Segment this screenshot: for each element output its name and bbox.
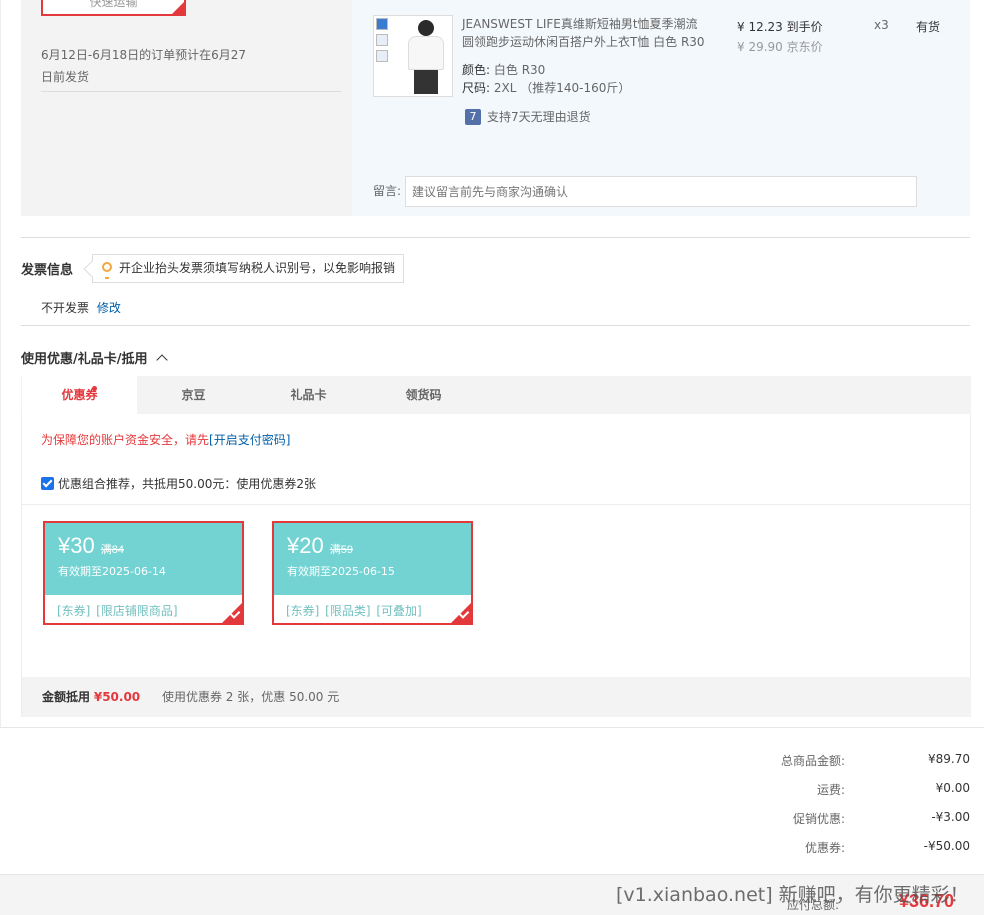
- tooltip-arrow: [83, 260, 101, 278]
- combo-checkbox[interactable]: [41, 477, 54, 490]
- watermark: [v1.xianbao.net] 新赚吧，有你更精彩！: [616, 884, 969, 906]
- total-label: 优惠券:: [804, 841, 845, 855]
- total-row: 优惠券: -¥50.00: [700, 839, 970, 868]
- coupon-tabs: 优惠券 京豆 礼品卡 领货码: [21, 376, 971, 414]
- stock-status: 有货: [916, 20, 941, 34]
- summary-amount: ¥50.00: [93, 690, 141, 704]
- coupon-tags: [东券] [限店铺限商品]: [57, 604, 178, 618]
- message-label: 留言:: [373, 184, 402, 198]
- selected-corner-icon: [172, 2, 184, 14]
- total-value: ¥0.00: [935, 781, 970, 795]
- final-price: ¥ 12.23 到手价: [737, 20, 823, 34]
- tshirt-model-icon: [402, 20, 450, 94]
- selected-check-icon: [222, 603, 242, 623]
- color-label: 颜色:: [462, 63, 491, 77]
- enable-pay-password-link[interactable]: [开启支付密码]: [209, 433, 290, 447]
- tab-giftcard[interactable]: 礼品卡: [251, 376, 366, 414]
- coupon-threshold: 满59: [329, 544, 353, 556]
- seven-day-return-icon: 7: [465, 109, 481, 125]
- shipping-method-label: 快速运输: [89, 0, 138, 9]
- summary-detail: 使用优惠券 2 张，优惠 50.00 元: [161, 690, 340, 704]
- coupon-amount: ¥20: [287, 533, 324, 558]
- total-label: 总商品金额:: [780, 754, 845, 768]
- coupon-section-toggle[interactable]: 使用优惠/礼品卡/抵用: [21, 348, 168, 367]
- tab-pickup-code-label: 领货码: [405, 388, 442, 402]
- invoice-modify-link[interactable]: 修改: [97, 301, 121, 315]
- divider: [21, 325, 970, 326]
- security-notice: 为保障您的账户资金安全，请先[开启支付密码]: [41, 431, 290, 448]
- total-label: 运费:: [816, 783, 845, 797]
- size-label: 尺码:: [462, 81, 491, 95]
- summary-label: 金额抵用: [42, 690, 91, 704]
- tab-coupons[interactable]: 优惠券: [22, 376, 137, 414]
- total-value: -¥3.00: [931, 810, 970, 824]
- lightbulb-icon: [102, 262, 112, 279]
- shipping-method-tag[interactable]: 快速运输: [41, 0, 186, 16]
- divider: [22, 504, 970, 505]
- coupon-validity: 有效期至2025-06-15: [287, 565, 395, 578]
- product-image[interactable]: [373, 15, 453, 97]
- tab-pickup-code[interactable]: 领货码: [366, 376, 481, 414]
- coupon-validity: 有效期至2025-06-14: [58, 565, 166, 578]
- divider: [21, 237, 970, 238]
- total-row: 运费: ¥0.00: [700, 781, 970, 810]
- total-label: 促销优惠:: [792, 812, 845, 826]
- coupon-section-title: 使用优惠/礼品卡/抵用: [21, 352, 148, 367]
- color-value: 白色 R30: [493, 63, 546, 77]
- selected-check-icon: [451, 603, 471, 623]
- total-row: 促销优惠: -¥3.00: [700, 810, 970, 839]
- coupon-card[interactable]: ¥20 满59 有效期至2025-06-15 [东券] [限品类] [可叠加]: [272, 521, 473, 625]
- combo-text: 优惠组合推荐，共抵用50.00元：使用优惠券2张: [58, 477, 316, 491]
- coupon-threshold: 满84: [100, 544, 124, 556]
- original-price: ¥ 29.90 京东价: [737, 40, 823, 54]
- tab-giftcard-label: 礼品卡: [290, 388, 327, 402]
- invoice-tip: 开企业抬头发票须填写纳税人识别号，以免影响报销: [83, 254, 405, 283]
- tab-jingdou[interactable]: 京豆: [136, 376, 251, 414]
- return-policy-text: 支持7天无理由退货: [487, 110, 591, 124]
- order-totals: 总商品金额: ¥89.70 运费: ¥0.00 促销优惠: -¥3.00 优惠券: -¥…: [700, 752, 970, 868]
- tab-jingdou-label: 京豆: [181, 388, 206, 402]
- combo-recommend[interactable]: 优惠组合推荐，共抵用50.00元：使用优惠券2张: [41, 475, 316, 492]
- coupon-amount: ¥30: [58, 533, 95, 558]
- divider: [0, 727, 984, 728]
- invoice-status: 不开发票: [41, 301, 90, 315]
- invoice-title: 发票信息: [21, 263, 74, 278]
- product-badges: [376, 18, 390, 66]
- left-border: [0, 0, 1, 728]
- chevron-up-icon: [155, 354, 168, 366]
- coupon-card[interactable]: ¥30 满84 有效期至2025-06-14 [东券] [限店铺限商品]: [43, 521, 244, 625]
- total-value: ¥89.70: [928, 752, 970, 766]
- new-dot-icon: [92, 386, 97, 391]
- invoice-value: 不开发票 修改: [41, 299, 121, 316]
- product-title[interactable]: JEANSWEST LIFE真维斯短袖男t恤夏季潮流圆领跑步运动休闲百搭户外上衣…: [462, 15, 707, 51]
- security-notice-text: 为保障您的账户资金安全，请先: [41, 433, 210, 447]
- message-input[interactable]: [405, 176, 917, 207]
- invoice-tip-text: 开企业抬头发票须填写纳税人识别号，以免影响报销: [119, 261, 396, 275]
- quantity: x3: [874, 18, 889, 32]
- return-policy: 7 支持7天无理由退货: [465, 108, 591, 126]
- total-value: -¥50.00: [923, 839, 970, 853]
- shipping-note: 6月12日-6月18日的订单预计在6月27日前发货: [41, 48, 247, 84]
- size-value: 2XL （推荐140-160斤）: [493, 81, 631, 95]
- total-row: 总商品金额: ¥89.70: [700, 752, 970, 781]
- coupon-summary: 金额抵用 ¥50.00 使用优惠券 2 张，优惠 50.00 元: [22, 677, 971, 717]
- divider: [41, 91, 341, 92]
- coupon-tags: [东券] [限品类] [可叠加]: [286, 604, 422, 618]
- product-attributes: 颜色: 白色 R30 尺码: 2XL （推荐140-160斤）: [462, 61, 630, 97]
